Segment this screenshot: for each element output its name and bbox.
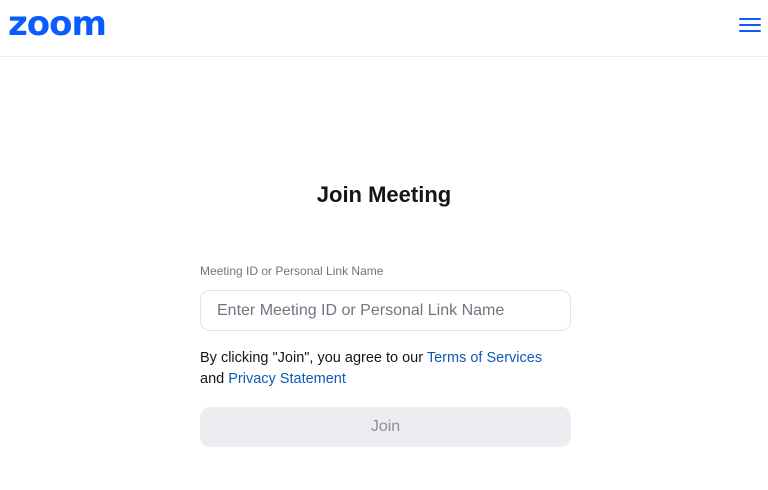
privacy-statement-link[interactable]: Privacy Statement <box>228 371 346 387</box>
terms-of-services-link[interactable]: Terms of Services <box>427 350 542 366</box>
meeting-id-label: Meeting ID or Personal Link Name <box>200 264 384 278</box>
menu-line <box>739 30 761 32</box>
top-header: zoom <box>0 0 768 57</box>
hamburger-menu-icon[interactable] <box>738 14 762 34</box>
agreement-prefix: By clicking "Join", you agree to our <box>200 350 427 366</box>
agreement-and: and <box>200 371 229 387</box>
page-title: Join Meeting <box>316 182 452 207</box>
join-button[interactable]: Join <box>200 407 571 447</box>
menu-line <box>739 18 761 20</box>
zoom-logo[interactable]: zoom <box>8 4 107 44</box>
agreement-text: By clicking "Join", you agree to our Ter… <box>200 348 580 390</box>
meeting-id-input[interactable] <box>200 290 571 331</box>
menu-line <box>739 24 761 26</box>
